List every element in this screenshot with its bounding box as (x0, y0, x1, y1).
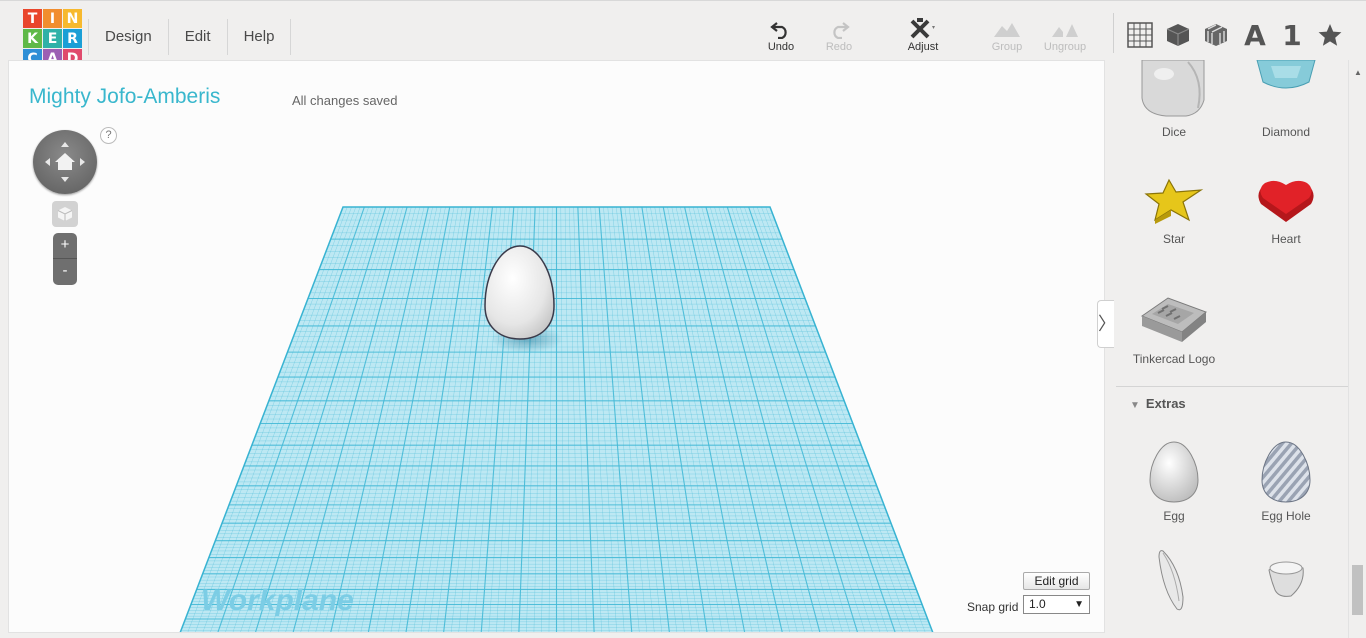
shape-label: Diamond (1261, 125, 1311, 139)
orbit-control[interactable] (33, 130, 97, 194)
undo-button[interactable]: Undo (755, 17, 807, 53)
pan-up-arrow-icon[interactable] (61, 142, 69, 147)
undo-icon (755, 17, 807, 41)
cube-icon (1166, 24, 1190, 46)
shape-partial-drop[interactable] (1230, 550, 1342, 614)
drop-thumbnail (1230, 550, 1342, 614)
workplane[interactable]: Workplane (9, 61, 1105, 633)
home-icon[interactable] (55, 153, 75, 170)
hatched-cube-icon (1205, 24, 1227, 46)
edit-grid-button[interactable]: Edit grid (1023, 572, 1090, 590)
adjust-icon (897, 17, 949, 41)
shape-label: Heart (1271, 232, 1301, 246)
shell-thumbnail (1118, 550, 1230, 614)
menu-edit[interactable]: Edit (169, 19, 228, 55)
transparent-view-button[interactable] (1200, 19, 1232, 51)
group-button[interactable]: Group (981, 17, 1033, 53)
collapse-triangle-icon: ▼ (1130, 400, 1140, 411)
diamond-thumbnail (1230, 60, 1342, 118)
shape-egg[interactable]: Egg (1118, 440, 1230, 523)
shape-label: Dice (1161, 125, 1186, 139)
undo-label: Undo (767, 41, 795, 53)
grid-view-button[interactable] (1124, 19, 1156, 51)
shape-partial-shell[interactable] (1118, 550, 1230, 614)
view-cube-icon (57, 207, 73, 221)
design-canvas[interactable]: Workplane Mighty Jofo-Amberis All change… (8, 60, 1105, 633)
redo-icon (813, 17, 865, 41)
snap-grid-label: Snap grid (967, 600, 1019, 614)
egg-hole-thumbnail (1230, 440, 1342, 504)
star-icon (1318, 24, 1342, 46)
design-title[interactable]: Mighty Jofo-Amberis (29, 85, 220, 109)
egg-thumbnail (1118, 440, 1230, 504)
dropdown-arrow-icon: ▼ (1074, 599, 1084, 610)
toolbar-divider (1113, 13, 1114, 53)
section-divider (1116, 386, 1351, 387)
ungroup-button[interactable]: Ungroup (1039, 17, 1091, 53)
logo-letter: I (43, 9, 62, 28)
shape-star[interactable]: Star (1118, 168, 1230, 246)
group-icon (981, 17, 1033, 41)
save-status: All changes saved (292, 93, 398, 108)
shape-heart[interactable]: Heart (1230, 168, 1342, 246)
shapes-panel: Dice Diamond Star Heart Tinkercad Logo ▼… (1114, 60, 1366, 638)
redo-label: Redo (825, 41, 853, 53)
collapse-panel-toggle[interactable]: 〉 (1097, 300, 1116, 348)
snap-grid-value: 1.0 (1029, 597, 1046, 611)
adjust-button[interactable]: Adjust (897, 17, 949, 53)
pan-left-arrow-icon[interactable] (45, 158, 50, 166)
main-menu: Design Edit Help (88, 19, 292, 55)
panel-scrollbar[interactable]: ▲ (1348, 60, 1366, 638)
shape-label: Egg (1163, 509, 1185, 523)
scrollbar-thumb[interactable] (1352, 565, 1363, 615)
box-view-button[interactable] (1162, 19, 1194, 51)
menu-help[interactable]: Help (228, 19, 292, 55)
shape-label: Star (1162, 232, 1185, 246)
tinkercad-logo-thumbnail (1118, 288, 1230, 352)
star-thumbnail (1118, 168, 1230, 232)
extras-section-header[interactable]: ▼ Extras (1130, 396, 1186, 411)
adjust-label: Adjust (907, 41, 939, 53)
menu-design[interactable]: Design (88, 19, 169, 55)
group-label: Group (991, 41, 1023, 53)
ungroup-icon (1039, 17, 1091, 41)
pan-down-arrow-icon[interactable] (61, 177, 69, 182)
pan-right-arrow-icon[interactable] (80, 158, 85, 166)
shape-label: Tinkercad Logo (1132, 352, 1216, 366)
scroll-up-arrow-icon[interactable]: ▲ (1354, 68, 1362, 77)
redo-button[interactable]: Redo (813, 17, 865, 53)
help-icon[interactable]: ? (100, 127, 117, 144)
extras-heading: Extras (1145, 396, 1186, 411)
fit-view-button[interactable] (52, 201, 78, 227)
logo-letter: T (23, 9, 42, 28)
shape-label: Egg Hole (1261, 509, 1311, 523)
zoom-in-button[interactable]: + (53, 233, 77, 259)
shape-egg-hole[interactable]: Egg Hole (1230, 440, 1342, 523)
snap-grid-select[interactable]: 1.0 ▼ (1023, 595, 1090, 614)
shape-diamond[interactable]: Diamond (1230, 60, 1342, 139)
shape-dice[interactable]: Dice (1118, 60, 1230, 139)
logo-letter: N (63, 9, 82, 28)
ungroup-label: Ungroup (1043, 41, 1087, 53)
zoom-out-button[interactable]: - (53, 259, 77, 285)
grid-icon (1127, 22, 1153, 48)
zoom-controls: + - (53, 233, 77, 285)
workplane-label: Workplane (201, 584, 354, 617)
shape-tinkercad-logo[interactable]: Tinkercad Logo (1118, 288, 1230, 366)
number-view-button[interactable]: 1 (1276, 19, 1308, 52)
logo-letter: E (43, 29, 62, 48)
text-view-button[interactable]: A (1239, 19, 1271, 52)
favorites-button[interactable] (1314, 19, 1346, 51)
logo-letter: R (63, 29, 82, 48)
heart-thumbnail (1230, 168, 1342, 232)
logo-letter: K (23, 29, 42, 48)
dice-thumbnail (1118, 60, 1230, 118)
